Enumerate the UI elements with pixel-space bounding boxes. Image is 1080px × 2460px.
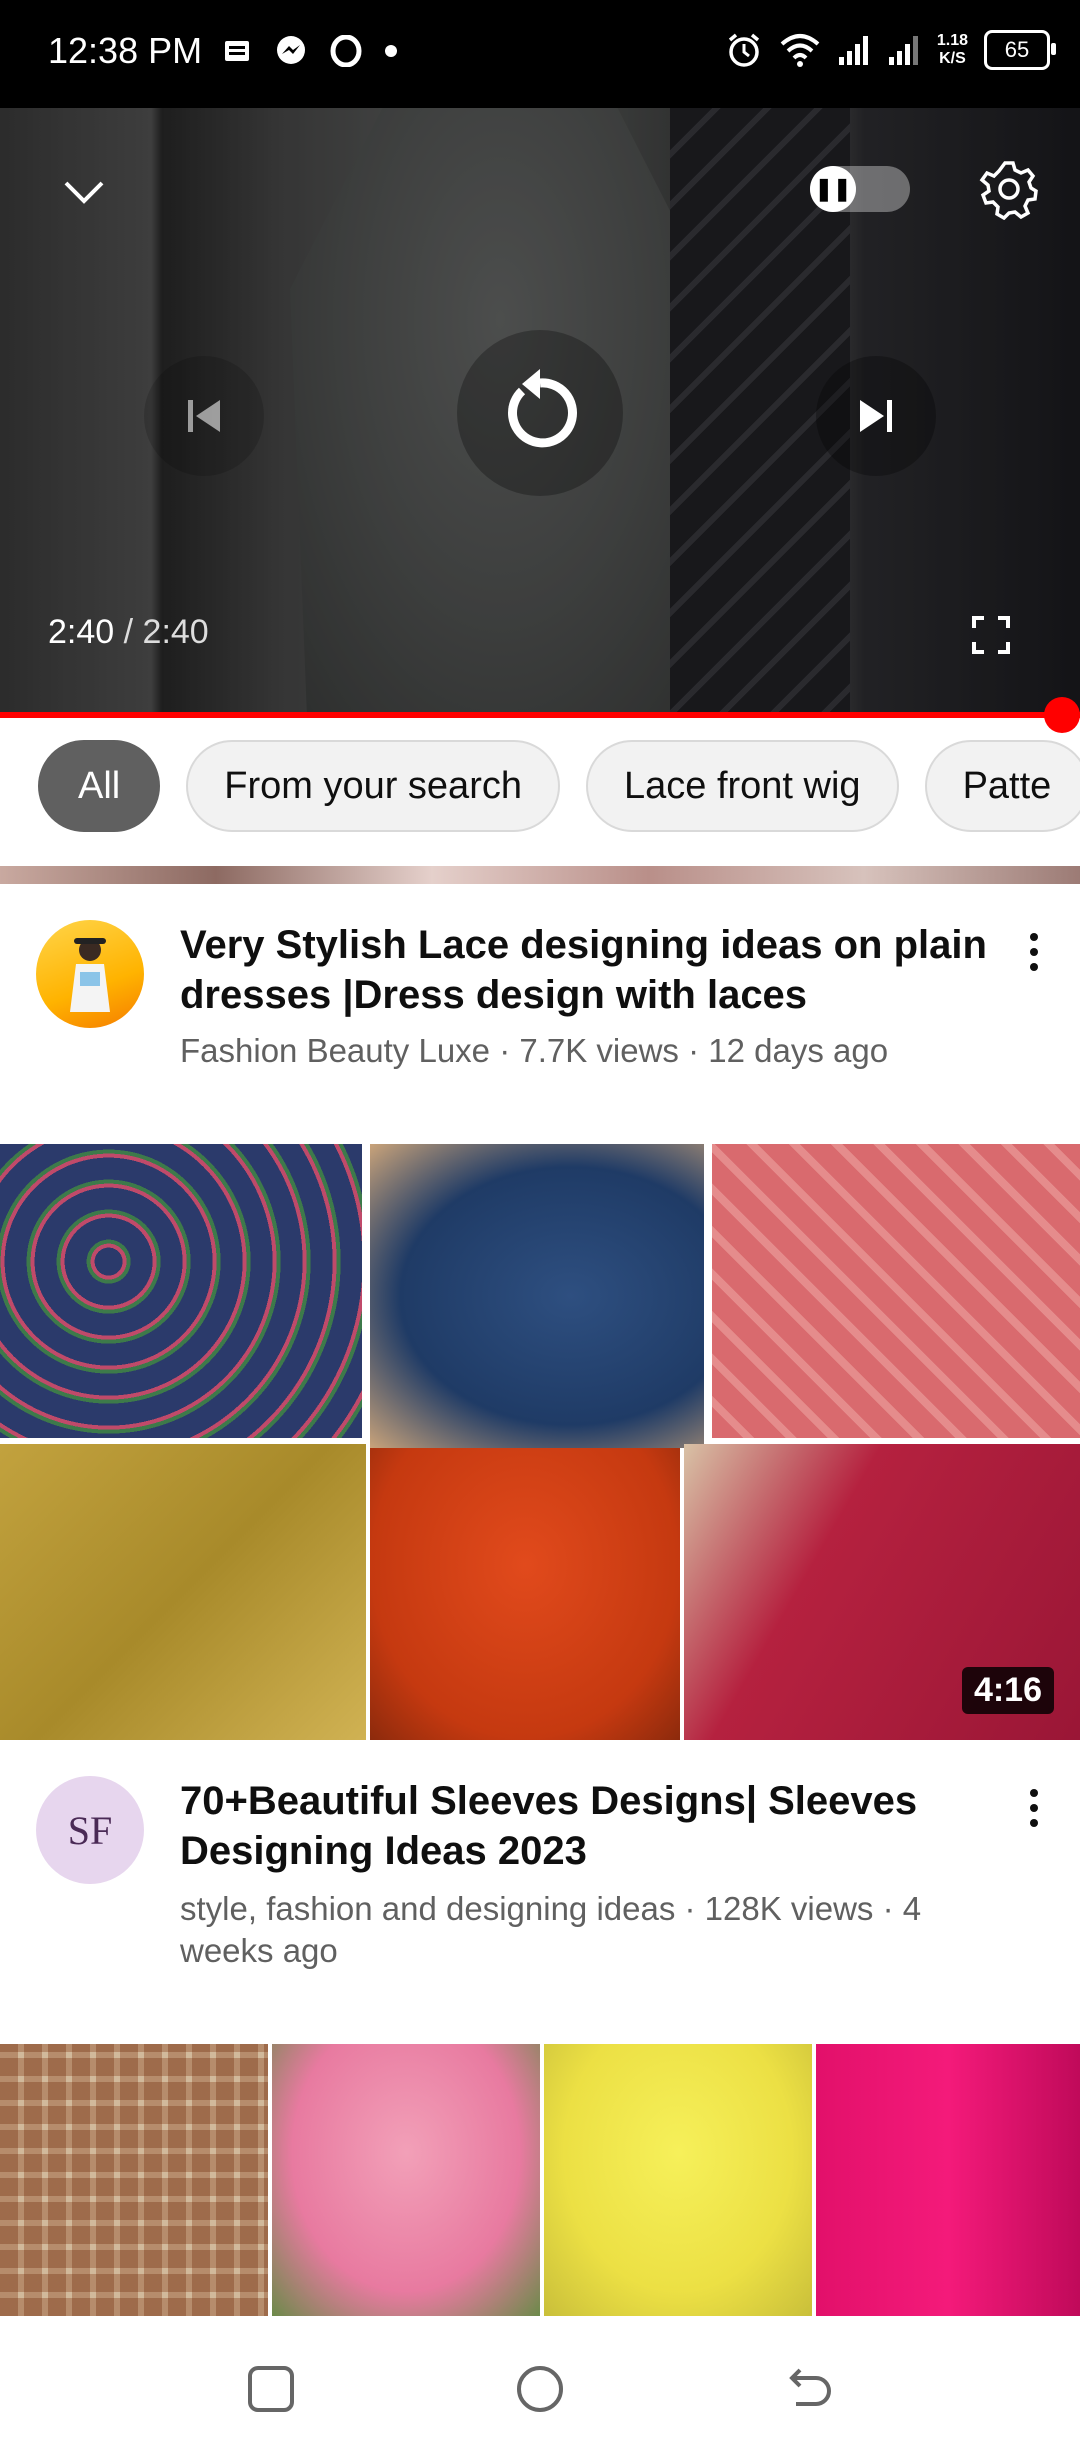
thumbnail-partial[interactable] (0, 866, 1080, 884)
channel-avatar[interactable] (36, 920, 144, 1028)
more-options-button[interactable] (1014, 1778, 1054, 1838)
minimize-button[interactable] (52, 160, 116, 224)
progress-bar[interactable] (0, 712, 1080, 718)
chip-from-your-search[interactable]: From your search (186, 740, 560, 832)
previous-icon (188, 400, 220, 432)
video-item-1[interactable]: Very Stylish Lace designing ideas on pla… (0, 884, 1080, 1144)
status-time: 12:38 PM (48, 30, 203, 71)
net-speed-value: 1.18 (936, 32, 968, 49)
video-item-2[interactable]: SF 70+Beautiful Sleeves Designs| Sleeves… (0, 1740, 1080, 2040)
back-icon (789, 2368, 831, 2406)
thumb-tile (544, 2044, 812, 2316)
battery-icon: 65 (984, 30, 1056, 70)
home-button[interactable] (517, 2366, 563, 2412)
alarm-icon (728, 33, 759, 67)
filter-chips: All From your search Lace front wig Patt… (0, 740, 1080, 836)
more-options-button[interactable] (1014, 922, 1054, 982)
autoplay-toggle[interactable]: ❚❚ (810, 166, 910, 212)
time-display: 2:40 / 2:40 (48, 613, 209, 652)
notification-icon (225, 41, 249, 61)
video-meta: style, fashion and designing ideas · 128… (180, 1890, 922, 1969)
messenger-icon (277, 36, 305, 64)
thumb-tile (0, 2044, 268, 2316)
settings-icon (979, 161, 1038, 220)
video-player[interactable]: ❚❚ 2:40 / 2:40 (0, 108, 1080, 712)
signal-icon (838, 36, 868, 65)
dot-icon (385, 45, 397, 57)
avatar-figure (70, 938, 110, 1012)
thumb-tile (712, 1144, 1080, 1438)
autoplay-toggle-icon: ❚❚ (810, 166, 856, 212)
channel-avatar[interactable]: SF (36, 1776, 144, 1884)
replay-icon (508, 369, 577, 448)
settings-button[interactable] (972, 152, 1046, 226)
chip-patterns[interactable]: Patte (924, 740, 1080, 832)
chevron-down-icon (64, 181, 104, 204)
scrubber-handle[interactable] (1044, 697, 1080, 733)
chip-all[interactable]: All (38, 740, 161, 832)
duration-badge: 4:16 (961, 1667, 1054, 1714)
wifi-icon (780, 34, 820, 67)
thumb-tile (370, 1144, 704, 1448)
video-title[interactable]: 70+Beautiful Sleeves Designs| Sleeves De… (180, 1776, 1000, 1876)
video-title[interactable]: Very Stylish Lace designing ideas on pla… (180, 920, 1000, 1020)
current-time: 2:40 (48, 613, 115, 651)
thumb-tile (0, 1144, 362, 1438)
next-icon (860, 400, 892, 432)
replay-button[interactable] (457, 330, 623, 496)
thumb-tile (272, 2044, 540, 2316)
fullscreen-icon (972, 616, 1010, 654)
previous-button[interactable] (144, 356, 264, 476)
next-button[interactable] (816, 356, 936, 476)
video-thumbnail-2[interactable]: 4:16 (0, 1144, 1080, 1740)
system-nav-bar (0, 2316, 1080, 2460)
video-thumbnail-3[interactable] (0, 2044, 1080, 2316)
net-speed: 1.18 K/S (937, 32, 968, 68)
battery-level: 65 (1004, 37, 1030, 62)
recents-button[interactable] (248, 2366, 294, 2412)
total-duration: 2:40 (142, 613, 209, 651)
opera-icon (330, 35, 362, 67)
chip-lace-front-wig[interactable]: Lace front wig (585, 740, 899, 832)
net-speed-unit: K/S (939, 50, 966, 67)
fullscreen-button[interactable] (964, 608, 1018, 662)
thumb-tile (816, 2044, 1080, 2316)
thumb-tile (370, 1448, 680, 1740)
thumb-tile (0, 1444, 366, 1740)
progress-fill (0, 712, 1080, 718)
time-separator: / (114, 613, 143, 651)
back-button[interactable] (786, 2366, 832, 2412)
status-bar: 12:38 PM 1.18 K/S 65 (0, 0, 1080, 108)
signal-icon (888, 36, 918, 65)
video-meta: Fashion Beauty Luxe · 7.7K views · 12 da… (180, 1032, 889, 1069)
